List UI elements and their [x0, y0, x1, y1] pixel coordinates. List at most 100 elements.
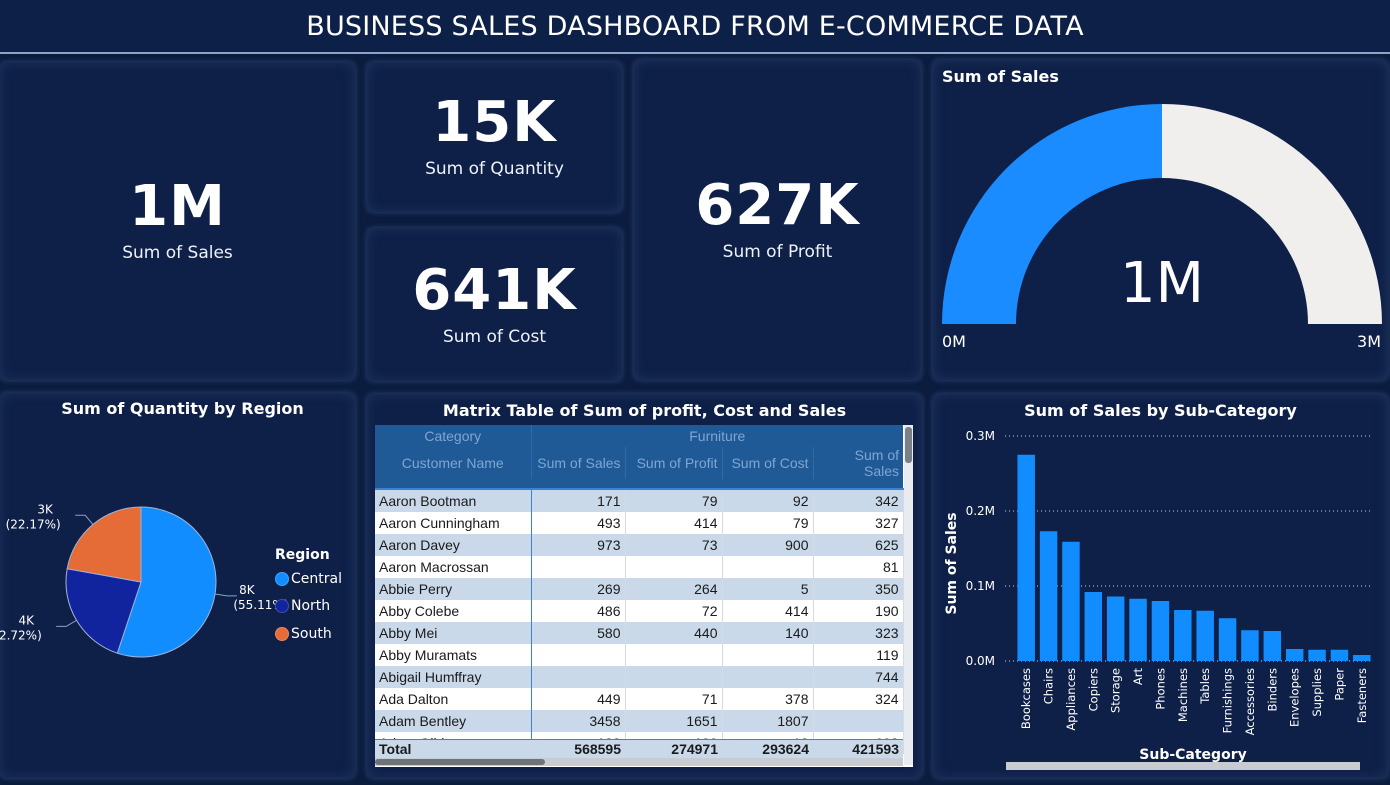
- bar-phones[interactable]: [1151, 601, 1170, 661]
- bar-accessories[interactable]: [1241, 630, 1259, 661]
- cell-value: 3458: [531, 710, 626, 732]
- cell-value: 342: [813, 489, 904, 512]
- cell-value: 171: [531, 489, 626, 512]
- cell-value: [722, 556, 814, 578]
- bar-ylabel: Sum of Sales: [944, 512, 960, 614]
- matrix-header-sales[interactable]: Sum of Sales: [531, 447, 626, 479]
- bar-chairs[interactable]: [1039, 531, 1058, 661]
- kpi-card-profit[interactable]: 627K Sum of Profit: [634, 60, 921, 380]
- matrix-vertical-scrollbar[interactable]: [904, 425, 913, 765]
- cell-value: 625: [813, 534, 904, 556]
- bar-fasteners[interactable]: [1353, 655, 1371, 661]
- cell-customer-name: Aaron Macrossan: [375, 556, 532, 578]
- cell-customer-name: Abby Muramats: [375, 644, 532, 666]
- legend-item-south[interactable]: South: [275, 626, 332, 642]
- bar-xtick-label-appliances: Appliances: [1064, 668, 1078, 731]
- cell-value: 140: [722, 622, 814, 644]
- pie-leader-line-north: [56, 619, 77, 627]
- legend-item-north[interactable]: North: [275, 598, 330, 614]
- kpi-cost-value: 641K: [412, 257, 577, 323]
- cell-value: 92: [722, 489, 814, 512]
- cell-value: 79: [625, 489, 723, 512]
- gauge-min-label: 0M: [942, 332, 966, 351]
- table-row[interactable]: Adam Bentley 3458 1651 1807: [375, 710, 904, 732]
- bar-copiers[interactable]: [1084, 592, 1103, 661]
- kpi-card-quantity[interactable]: 15K Sum of Quantity: [367, 62, 622, 212]
- matrix-horizontal-scrollbar[interactable]: [375, 758, 903, 766]
- legend-item-central[interactable]: Central: [275, 571, 342, 587]
- bar-appliances[interactable]: [1062, 541, 1080, 661]
- bar-ytick-label: 0.0M: [966, 654, 995, 668]
- cell-value: 269: [531, 578, 626, 600]
- table-row[interactable]: Aaron Bootman 171 79 92 342: [375, 489, 904, 512]
- pie-title: Sum of Quantity by Region: [61, 399, 304, 418]
- bar-horizontal-scrollbar[interactable]: [1006, 762, 1360, 770]
- bar-envelopes[interactable]: [1285, 649, 1304, 661]
- cell-value: 378: [722, 688, 814, 710]
- cell-value: [625, 644, 723, 666]
- table-row[interactable]: Abigail Humffray 744: [375, 666, 904, 688]
- bar-xtick-label-accessories: Accessories: [1243, 668, 1257, 735]
- gauge-max-label: 3M: [1357, 332, 1381, 351]
- matrix-total-label: Total: [379, 741, 412, 758]
- matrix-header-customer[interactable]: Customer Name: [375, 447, 532, 479]
- pie-label-pct-south: (22.17%): [6, 517, 61, 531]
- bar-xtick-label-bookcases: Bookcases: [1019, 668, 1033, 729]
- bar-storage[interactable]: [1106, 596, 1125, 662]
- cell-customer-name: Abigail Humffray: [375, 666, 532, 688]
- bar-xtick-label-art: Art: [1131, 668, 1145, 686]
- cell-value: [531, 666, 626, 688]
- cell-customer-name: Aaron Bootman: [375, 489, 532, 512]
- bar-bookcases[interactable]: [1017, 454, 1035, 661]
- matrix-header-spacer: [375, 479, 904, 490]
- kpi-quantity-value: 15K: [432, 90, 557, 155]
- bar-xtick-label-fasteners: Fasteners: [1355, 668, 1369, 723]
- table-row[interactable]: Aaron Macrossan 81: [375, 556, 904, 578]
- cell-customer-name: Abby Colebe: [375, 600, 532, 622]
- kpi-profit-value: 627K: [695, 173, 860, 238]
- cell-value: 414: [722, 600, 814, 622]
- matrix-header-profit[interactable]: Sum of Profit: [625, 447, 723, 479]
- bar-art[interactable]: [1129, 598, 1147, 661]
- bar-supplies[interactable]: [1308, 649, 1326, 661]
- matrix-total-wrap: Total 568595 274971 293624 421593: [375, 739, 903, 759]
- table-row[interactable]: Ada Dalton 449 71 378 324: [375, 688, 904, 710]
- matrix-title: Matrix Table of Sum of profit, Cost and …: [442, 401, 847, 420]
- gauge-card[interactable]: Sum of Sales 1M 0M 3M: [933, 60, 1388, 380]
- bar-machines[interactable]: [1174, 610, 1192, 661]
- legend-dot-north: [275, 599, 289, 613]
- legend-dot-central: [275, 572, 289, 586]
- cell-value: 1651: [625, 710, 723, 732]
- cell-value: 486: [531, 600, 626, 622]
- bar-binders[interactable]: [1263, 631, 1282, 661]
- matrix-header-sales-2[interactable]: Sum of Sales: [813, 447, 904, 479]
- table-row[interactable]: Abby Mei 580 440 140 323: [375, 622, 904, 644]
- bar-paper[interactable]: [1330, 649, 1349, 661]
- bar-furnishings[interactable]: [1218, 618, 1237, 661]
- matrix-header-cost[interactable]: Sum of Cost: [722, 447, 814, 479]
- pie-label-value-north: 4K: [18, 613, 35, 627]
- bar-ytick-label: 0.3M: [966, 429, 995, 443]
- matrix-vertical-scroll-thumb[interactable]: [905, 427, 912, 463]
- bar-xtick-label-furnishings: Furnishings: [1221, 668, 1235, 733]
- table-row[interactable]: Aaron Cunningham 493 414 79 327: [375, 512, 904, 534]
- bar-xtick-label-copiers: Copiers: [1086, 668, 1100, 711]
- cell-value: 79: [722, 512, 814, 534]
- dashboard-title: BUSINESS SALES DASHBOARD FROM E-COMMERCE…: [306, 10, 1084, 42]
- matrix-table[interactable]: Category Furniture Customer Name Sum of …: [375, 425, 913, 767]
- matrix-total-profit: 274971: [671, 741, 718, 758]
- matrix-horizontal-scroll-thumb[interactable]: [375, 759, 545, 765]
- table-row[interactable]: Aaron Davey 973 73 900 625: [375, 534, 904, 556]
- cell-value: [813, 710, 904, 732]
- kpi-card-cost[interactable]: 641K Sum of Cost: [367, 228, 622, 381]
- matrix-header-furniture[interactable]: Furniture: [531, 425, 904, 447]
- pie-slice-south[interactable]: [66, 506, 142, 583]
- table-row[interactable]: Abbie Perry 269 264 5 350: [375, 578, 904, 600]
- table-row[interactable]: Abby Muramats 119: [375, 644, 904, 666]
- bar-tables[interactable]: [1196, 610, 1214, 661]
- matrix-total-cost: 293624: [762, 741, 809, 758]
- legend-dot-south: [275, 627, 289, 641]
- gauge-chart: 1M 0M 3M: [942, 104, 1382, 351]
- table-row[interactable]: Abby Colebe 486 72 414 190: [375, 600, 904, 622]
- kpi-card-sales[interactable]: 1M Sum of Sales: [0, 62, 355, 380]
